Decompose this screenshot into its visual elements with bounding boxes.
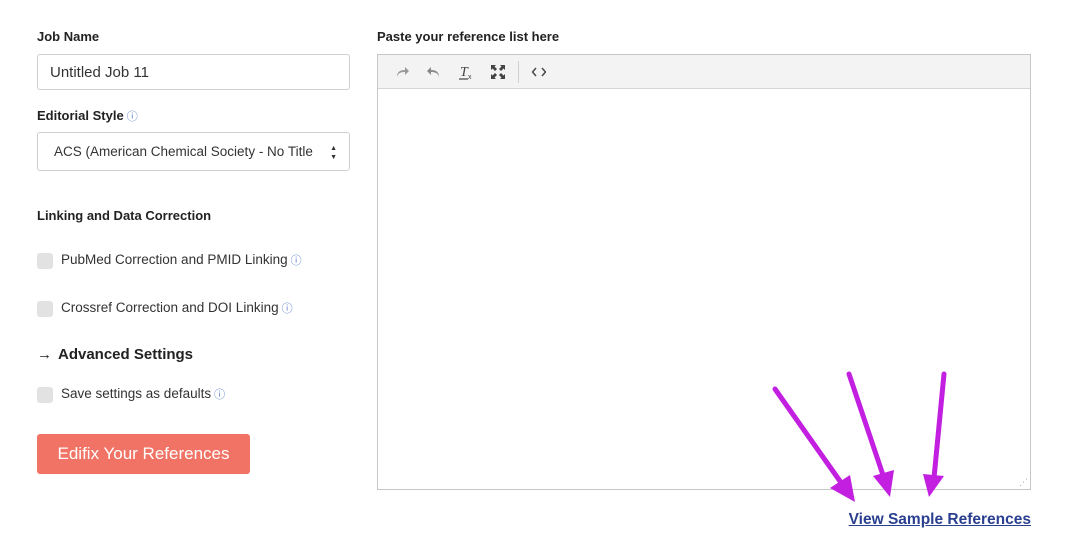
annotation-arrow-right	[931, 371, 947, 481]
annotation-arrow-middle	[846, 371, 887, 481]
annotation-arrow-left	[772, 386, 845, 487]
annotation-arrowhead-left	[830, 475, 855, 502]
annotation-arrowhead-middle	[873, 470, 894, 497]
annotation-arrows	[772, 371, 947, 502]
annotation-arrowhead-right	[923, 474, 944, 497]
